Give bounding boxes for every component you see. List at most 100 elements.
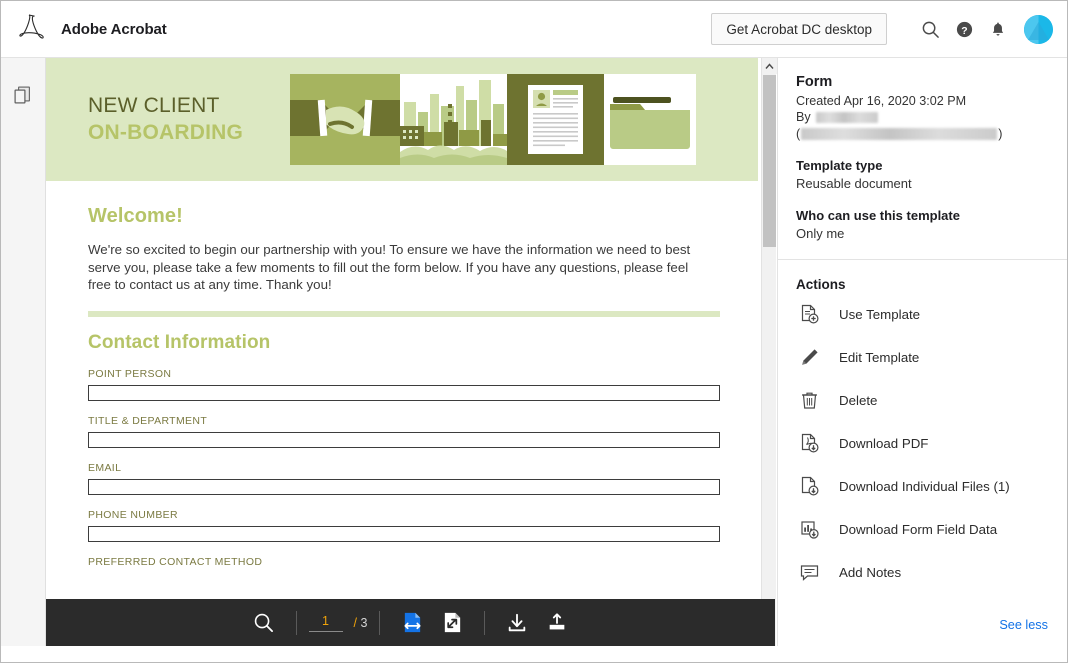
page-number-input[interactable] (309, 614, 343, 632)
help-circle-icon[interactable]: ? (947, 12, 981, 46)
scrollbar-thumb[interactable] (763, 75, 776, 247)
form-info-section: Form Created Apr 16, 2020 3:02 PM By ( )… (778, 58, 1067, 593)
who-can-use-heading: Who can use this template (796, 208, 1049, 223)
acrobat-web-window: Adobe Acrobat Get Acrobat DC desktop ? (0, 0, 1068, 663)
page-total-label: / 3 (354, 616, 368, 630)
fit-width-icon[interactable] (392, 599, 432, 646)
action-edit-template[interactable]: Edit Template (796, 337, 1049, 378)
download-pdf-icon (796, 432, 822, 456)
app-title: Adobe Acrobat (61, 21, 167, 38)
header-actions: Get Acrobat DC desktop ? (711, 12, 1053, 46)
use-template-icon (796, 303, 822, 327)
pencil-edit-icon (796, 346, 822, 370)
fit-page-icon[interactable] (432, 599, 472, 646)
action-download-pdf[interactable]: Download PDF (796, 423, 1049, 464)
download-form-data-icon (796, 518, 822, 542)
field-label-preferred-contact-method: PREFERRED CONTACT METHOD (88, 556, 716, 568)
template-type-value: Reusable document (796, 176, 1049, 191)
action-label: Download Form Field Data (839, 522, 997, 537)
action-label: Use Template (839, 307, 920, 322)
resume-document-illustration (507, 74, 604, 165)
download-file-icon (796, 475, 822, 499)
paren-open: ( (796, 127, 800, 141)
search-icon[interactable] (913, 12, 947, 46)
redacted-author-name (816, 112, 878, 123)
who-can-use-value: Only me (796, 226, 1049, 241)
paren-close: ) (998, 127, 1002, 141)
toolbar-separator (484, 611, 485, 635)
created-by-email-row: ( ) (796, 127, 1049, 141)
created-timestamp: Created Apr 16, 2020 3:02 PM (796, 94, 1049, 108)
toolbar-separator (379, 611, 380, 635)
page-slash: / (354, 616, 357, 630)
pdf-bottom-toolbar: / 3 (46, 599, 775, 646)
app-header: Adobe Acrobat Get Acrobat DC desktop ? (1, 1, 1067, 58)
form-field-phone-number: PHONE NUMBER (88, 509, 716, 542)
add-notes-comment-icon (796, 561, 822, 585)
welcome-heading: Welcome! (88, 205, 716, 228)
title-department-input[interactable] (88, 432, 720, 448)
page-navigation: / 3 (309, 614, 368, 632)
scroll-up-arrow-icon[interactable] (762, 58, 777, 74)
banner-text: NEW CLIENT ON-BOARDING (88, 94, 243, 145)
banner-title-line2: ON-BOARDING (88, 121, 243, 145)
phone-number-input[interactable] (88, 526, 720, 542)
action-label: Delete (839, 393, 877, 408)
redacted-author-email (801, 128, 997, 140)
template-type-heading: Template type (796, 158, 1049, 173)
action-delete[interactable]: Delete (796, 380, 1049, 421)
folder-illustration (604, 74, 696, 165)
banner-title-line1: NEW CLIENT (88, 94, 243, 118)
panel-divider (778, 259, 1067, 260)
document-viewer: NEW CLIENT ON-BOARDING (46, 58, 775, 663)
point-person-input[interactable] (88, 385, 720, 401)
field-label: PHONE NUMBER (88, 509, 716, 521)
download-icon[interactable] (497, 599, 537, 646)
form-field-email: EMAIL (88, 462, 716, 495)
welcome-paragraph: We're so excited to begin our partnershi… (88, 241, 713, 294)
contact-information-heading: Contact Information (88, 332, 716, 354)
action-download-form-field-data[interactable]: Download Form Field Data (796, 509, 1049, 550)
details-panel: Form Created Apr 16, 2020 3:02 PM By ( )… (777, 58, 1067, 663)
action-label: Add Notes (839, 565, 901, 580)
get-acrobat-dc-desktop-button[interactable]: Get Acrobat DC desktop (711, 13, 887, 45)
window-bottom-strip (1, 646, 1067, 662)
field-label: TITLE & DEPARTMENT (88, 415, 716, 427)
created-by-row: By (796, 110, 1049, 124)
svg-text:?: ? (961, 25, 967, 36)
form-field-title-department: TITLE & DEPARTMENT (88, 415, 716, 448)
action-label: Download Individual Files (1) (839, 479, 1010, 494)
search-document-icon[interactable] (244, 599, 284, 646)
upload-share-icon[interactable] (537, 599, 577, 646)
pdf-page: NEW CLIENT ON-BOARDING (46, 58, 758, 568)
action-download-individual-files[interactable]: Download Individual Files (1) (796, 466, 1049, 507)
action-label: Edit Template (839, 350, 919, 365)
handshake-illustration (290, 74, 400, 165)
actions-heading: Actions (796, 277, 1049, 292)
trash-delete-icon (796, 389, 822, 413)
document-scrollbar[interactable] (761, 58, 776, 663)
field-label: EMAIL (88, 462, 716, 474)
action-label: Download PDF (839, 436, 928, 451)
page-total: 3 (361, 616, 368, 630)
action-add-notes[interactable]: Add Notes (796, 552, 1049, 593)
by-prefix: By (796, 110, 811, 124)
brand[interactable]: Adobe Acrobat (17, 13, 167, 45)
adobe-acrobat-logo-icon (17, 13, 47, 45)
section-divider (88, 311, 720, 317)
user-avatar[interactable] (1024, 15, 1053, 44)
banner-illustrations (290, 74, 696, 165)
form-field-point-person: POINT PERSON (88, 368, 716, 401)
field-label: POINT PERSON (88, 368, 716, 380)
page-thumbnails-icon[interactable] (10, 82, 36, 108)
see-less-link[interactable]: See less (999, 618, 1048, 632)
toolbar-separator (296, 611, 297, 635)
panel-title: Form (796, 74, 1049, 90)
document-body: Welcome! We're so excited to begin our p… (46, 205, 758, 568)
document-banner: NEW CLIENT ON-BOARDING (46, 58, 758, 181)
cityscape-illustration (400, 74, 507, 165)
action-use-template[interactable]: Use Template (796, 294, 1049, 335)
email-input[interactable] (88, 479, 720, 495)
left-rail (1, 58, 46, 663)
notification-bell-icon[interactable] (981, 12, 1015, 46)
